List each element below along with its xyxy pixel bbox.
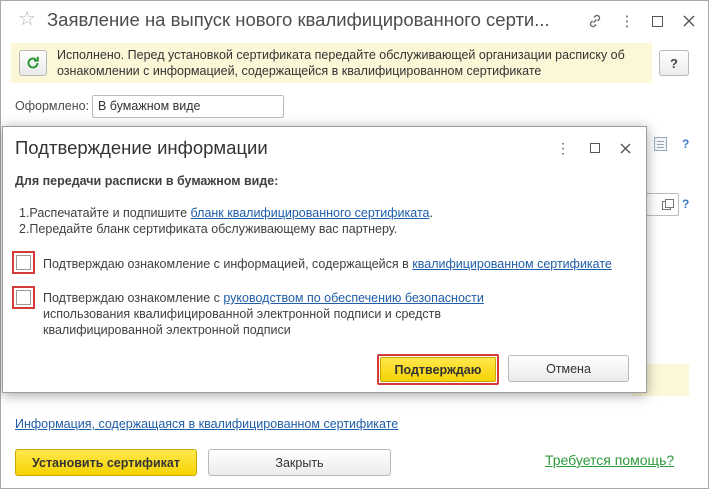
confirm-guide-line-2: использования квалифицированной электрон… — [43, 307, 442, 321]
confirm-guide-text: Подтверждаю ознакомление с — [43, 291, 224, 305]
dialog-subtitle: Для передачи расписки в бумажном виде: — [15, 174, 279, 188]
step-1-suffix: . — [429, 206, 433, 220]
confirm-info-text: Подтверждаю ознакомление с информацией, … — [43, 257, 413, 271]
confirmation-dialog: Подтверждение информации ⋮ Для передачи … — [2, 126, 647, 393]
confirm-button-label: Подтверждаю — [380, 357, 496, 382]
refresh-button[interactable] — [19, 50, 47, 76]
status-notice: Исполнено. Перед установкой сертификата … — [11, 43, 652, 83]
confirm-guide-label: Подтверждаю ознакомление с руководством … — [43, 290, 484, 338]
dialog-maximize-icon[interactable] — [586, 139, 604, 157]
close-button[interactable]: Закрыть — [208, 449, 391, 476]
security-guide-link[interactable]: руководством по обеспечению безопасности — [223, 291, 483, 305]
close-icon[interactable] — [679, 11, 699, 31]
install-certificate-button[interactable]: Установить сертификат — [15, 449, 197, 476]
issued-field[interactable]: В бумажном виде — [92, 95, 284, 118]
dialog-close-icon[interactable] — [616, 139, 634, 157]
dialog-more-icon[interactable]: ⋮ — [554, 139, 572, 157]
confirm-guide-line-3: квалифицированной электронной подписи — [43, 323, 291, 337]
confirm-button[interactable]: Подтверждаю — [377, 354, 499, 385]
confirm-info-label: Подтверждаю ознакомление с информацией, … — [43, 256, 612, 272]
refresh-icon — [27, 56, 39, 69]
dialog-title: Подтверждение информации — [15, 137, 268, 158]
open-icon — [662, 198, 674, 210]
link-icon[interactable] — [585, 11, 605, 31]
cancel-button[interactable]: Отмена — [508, 355, 629, 382]
document-icon[interactable] — [654, 137, 667, 151]
notice-text: Исполнено. Перед установкой сертификата … — [57, 48, 625, 78]
need-help-link[interactable]: Требуется помощь? — [545, 452, 674, 468]
step-1: 1.Распечатайте и подпишите бланк квалифи… — [19, 206, 433, 220]
side-help-icon[interactable]: ? — [682, 137, 689, 151]
maximize-icon[interactable] — [647, 11, 667, 31]
certificate-info-link[interactable]: Информация, содержащаяся в квалифицирова… — [15, 417, 398, 431]
certificate-form-link[interactable]: бланк квалифицированного сертификата — [191, 206, 430, 220]
window-title: Заявление на выпуск нового квалифицирова… — [47, 9, 550, 30]
confirm-guide-checkbox[interactable] — [12, 286, 35, 309]
side-help-icon-2[interactable]: ? — [682, 197, 689, 211]
step-2: 2.Передайте бланк сертификата обслуживаю… — [19, 222, 398, 236]
confirm-info-checkbox[interactable] — [12, 251, 35, 274]
help-button[interactable]: ? — [659, 50, 689, 76]
more-icon[interactable]: ⋮ — [617, 11, 637, 31]
favorite-star-icon[interactable]: ☆ — [18, 9, 36, 29]
issued-label: Оформлено: — [15, 99, 90, 113]
qualified-certificate-link[interactable]: квалифицированном сертификате — [412, 257, 612, 271]
step-1-text: 1.Распечатайте и подпишите — [19, 206, 191, 220]
